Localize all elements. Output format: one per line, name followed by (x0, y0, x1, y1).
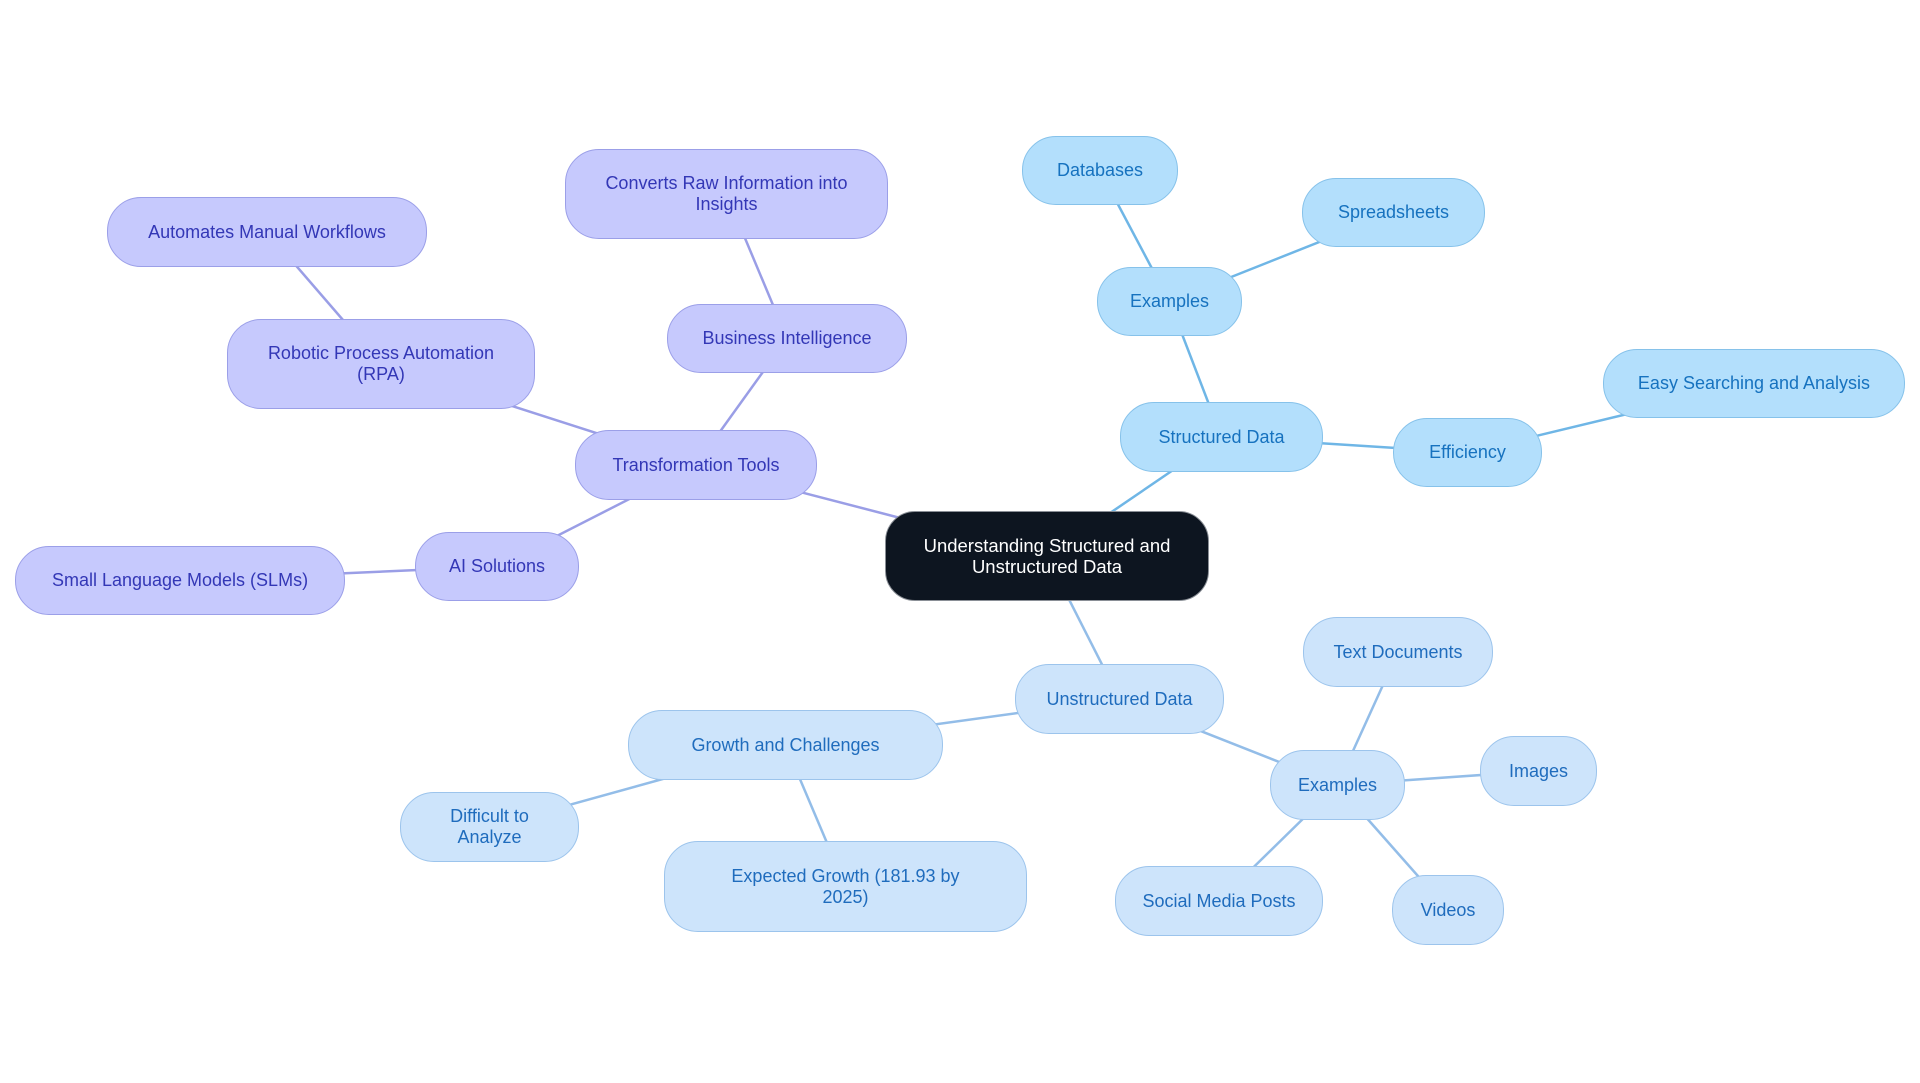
node-converts-raw-information[interactable]: Converts Raw Information into Insights (565, 149, 888, 239)
node-business-intelligence[interactable]: Business Intelligence (667, 304, 907, 373)
node-label: Text Documents (1333, 641, 1463, 662)
node-label: Efficiency (1429, 442, 1506, 462)
node-label: Images (1508, 760, 1569, 781)
node-transformation-tools[interactable]: Transformation Tools (575, 430, 817, 500)
node-label: Converts Raw Information into Insights (605, 173, 848, 214)
node-label: Growth and Challenges (691, 734, 880, 755)
node-label: Small Language Models (SLMs) (51, 570, 309, 590)
node-label: Robotic Process Automation (RPA) (267, 343, 495, 384)
node-label: AI Solutions (448, 556, 546, 576)
node-structured-examples[interactable]: Examples (1097, 267, 1242, 336)
node-label: Easy Searching and Analysis (1637, 373, 1871, 393)
node-expected-growth[interactable]: Expected Growth (181.93 by 2025) (664, 841, 1027, 932)
node-label: Social Media Posts (1142, 890, 1296, 911)
node-easy-searching[interactable]: Easy Searching and Analysis (1603, 349, 1905, 418)
node-efficiency[interactable]: Efficiency (1393, 418, 1542, 487)
node-growth-and-challenges[interactable]: Growth and Challenges (628, 710, 943, 780)
node-images[interactable]: Images (1480, 736, 1597, 806)
node-label: Automates Manual Workflows (148, 221, 386, 242)
node-automates-manual-workflows[interactable]: Automates Manual Workflows (107, 197, 427, 267)
node-label: Spreadsheets (1337, 202, 1450, 222)
node-label: Business Intelligence (702, 328, 872, 348)
node-rpa[interactable]: Robotic Process Automation (RPA) (227, 319, 535, 409)
node-ai-solutions[interactable]: AI Solutions (415, 532, 579, 601)
node-label: Examples (1297, 774, 1378, 795)
node-label: Videos (1420, 899, 1476, 920)
node-unstructured-data[interactable]: Unstructured Data (1015, 664, 1224, 734)
node-label: Transformation Tools (612, 454, 780, 475)
node-videos[interactable]: Videos (1392, 875, 1504, 945)
node-label: Difficult to Analyze (450, 806, 529, 847)
root-node[interactable]: Understanding Structured and Unstructure… (885, 511, 1209, 601)
node-label: Expected Growth (181.93 by 2025) (731, 865, 960, 907)
node-label: Databases (1056, 160, 1144, 180)
node-spreadsheets[interactable]: Spreadsheets (1302, 178, 1485, 247)
node-structured-data[interactable]: Structured Data (1120, 402, 1323, 472)
node-label: Structured Data (1158, 426, 1285, 447)
root-node-label: Understanding Structured and Unstructure… (923, 535, 1171, 577)
node-label: Examples (1129, 291, 1210, 311)
node-difficult-to-analyze[interactable]: Difficult to Analyze (400, 792, 579, 862)
node-databases[interactable]: Databases (1022, 136, 1178, 205)
node-text-documents[interactable]: Text Documents (1303, 617, 1493, 687)
node-social-media-posts[interactable]: Social Media Posts (1115, 866, 1323, 936)
node-small-language-models[interactable]: Small Language Models (SLMs) (15, 546, 345, 615)
node-label: Unstructured Data (1046, 688, 1193, 709)
node-unstructured-examples[interactable]: Examples (1270, 750, 1405, 820)
